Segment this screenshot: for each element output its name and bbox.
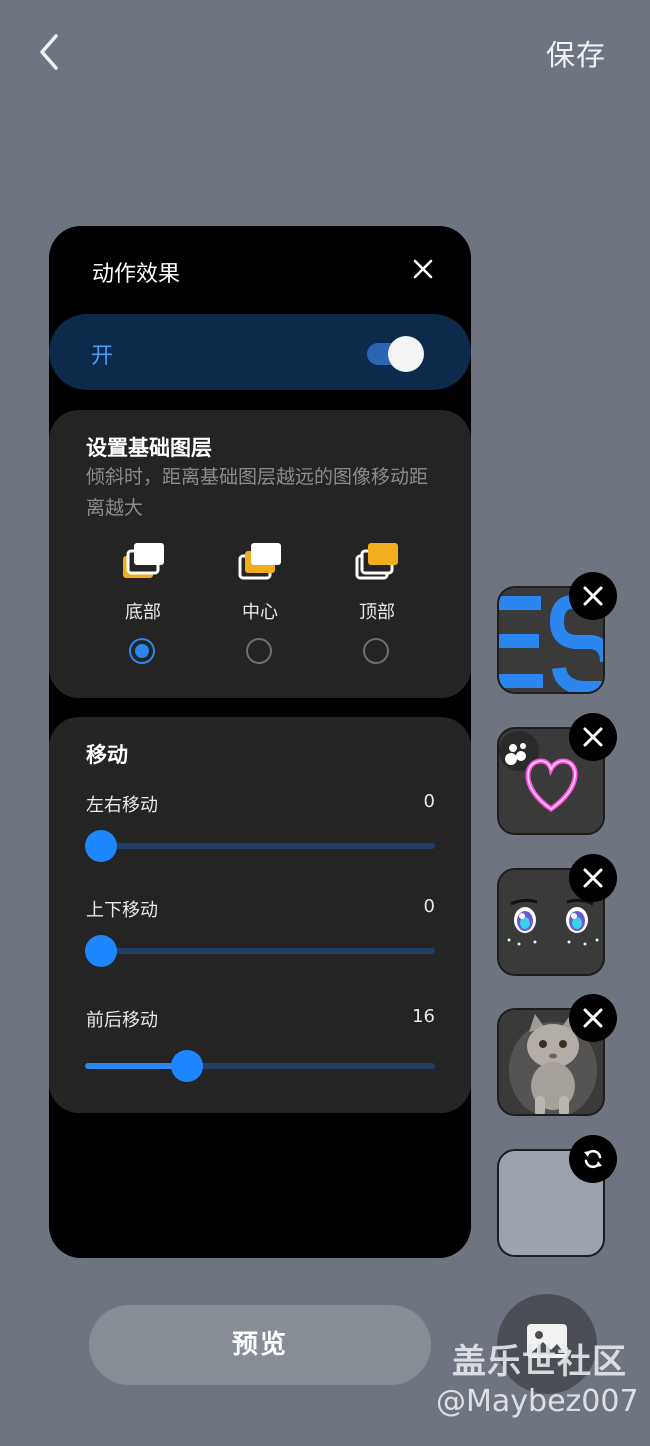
close-icon (583, 586, 603, 606)
close-icon (583, 727, 603, 747)
save-button[interactable]: 保存 (546, 32, 606, 74)
toggle-label: 开 (91, 344, 114, 369)
slider-track (85, 948, 435, 954)
layer-option-label: 中心 (242, 602, 278, 623)
slider-value-vertical: 0 (423, 896, 435, 917)
layers-top-icon (355, 543, 398, 580)
slider-thumb[interactable] (85, 830, 117, 862)
watermark-user: @Maybez007 (436, 1384, 639, 1419)
motion-toggle-row[interactable]: 开 (49, 314, 471, 390)
layers-center-icon (238, 543, 281, 580)
layers-bottom-icon (123, 543, 164, 578)
slider-label-depth: 前后移动 (86, 1010, 158, 1031)
base-layer-description: 倾斜时，距离基础图层越远的图像移动距离越大 (86, 466, 429, 519)
watermark-site: 盖乐世社区 (452, 1342, 627, 1382)
remove-layer-button[interactable] (569, 572, 617, 620)
movement-card: 移动 左右移动 0 上下移动 0 前后移动 16 (49, 717, 471, 1113)
layer-thumbnail-5[interactable] (497, 1135, 617, 1257)
layer-thumbnail-4[interactable] (497, 994, 617, 1116)
layer-option-center[interactable]: 中心 (210, 540, 310, 670)
slider-thumb[interactable] (85, 935, 117, 967)
chevron-left-icon (40, 34, 58, 70)
close-icon (413, 259, 433, 279)
slider-label-vertical: 上下移动 (86, 900, 158, 921)
preview-button[interactable]: 预览 (89, 1305, 431, 1385)
radio-center[interactable] (246, 638, 272, 664)
layer-option-label: 底部 (125, 602, 161, 623)
layer-option-label: 顶部 (359, 602, 395, 623)
radio-bottom[interactable] (129, 638, 155, 664)
back-button[interactable] (30, 28, 70, 76)
slider-depth[interactable] (85, 1049, 435, 1083)
layer-option-top[interactable]: 顶部 (327, 540, 427, 670)
slider-vertical[interactable] (85, 934, 435, 968)
layer-thumbnail-1[interactable] (497, 572, 617, 694)
close-icon (583, 1008, 603, 1028)
refresh-icon (584, 1149, 602, 1169)
radio-top[interactable] (363, 638, 389, 664)
remove-layer-button[interactable] (569, 713, 617, 761)
base-layer-card: 设置基础图层 倾斜时，距离基础图层越远的图像移动距离越大 底部 中心 顶部 (49, 410, 471, 698)
layer-thumbnail-2[interactable] (497, 713, 617, 835)
slider-track (85, 843, 435, 849)
slider-thumb[interactable] (171, 1050, 203, 1082)
layer-thumbnail-3[interactable] (497, 854, 617, 976)
motion-effect-panel: 动作效果 开 设置基础图层 倾斜时，距离基础图层越远的图像移动距离越大 底部 中… (49, 226, 471, 1258)
base-layer-title: 设置基础图层 (86, 436, 212, 460)
close-panel-button[interactable] (409, 255, 437, 283)
slider-value-depth: 16 (412, 1006, 435, 1027)
panel-header: 动作效果 (49, 226, 471, 314)
movement-title: 移动 (86, 743, 128, 767)
close-icon (583, 868, 603, 888)
slider-label-horizontal: 左右移动 (86, 795, 158, 816)
panel-title: 动作效果 (92, 262, 181, 287)
motion-switch[interactable] (365, 336, 425, 372)
top-bar: 保存 (0, 0, 650, 110)
replace-background-button[interactable] (569, 1135, 617, 1183)
switch-knob (388, 336, 424, 372)
remove-layer-button[interactable] (569, 994, 617, 1042)
remove-layer-button[interactable] (569, 854, 617, 902)
layer-option-bottom[interactable]: 底部 (93, 540, 193, 670)
slider-horizontal[interactable] (85, 829, 435, 863)
slider-value-horizontal: 0 (423, 791, 435, 812)
